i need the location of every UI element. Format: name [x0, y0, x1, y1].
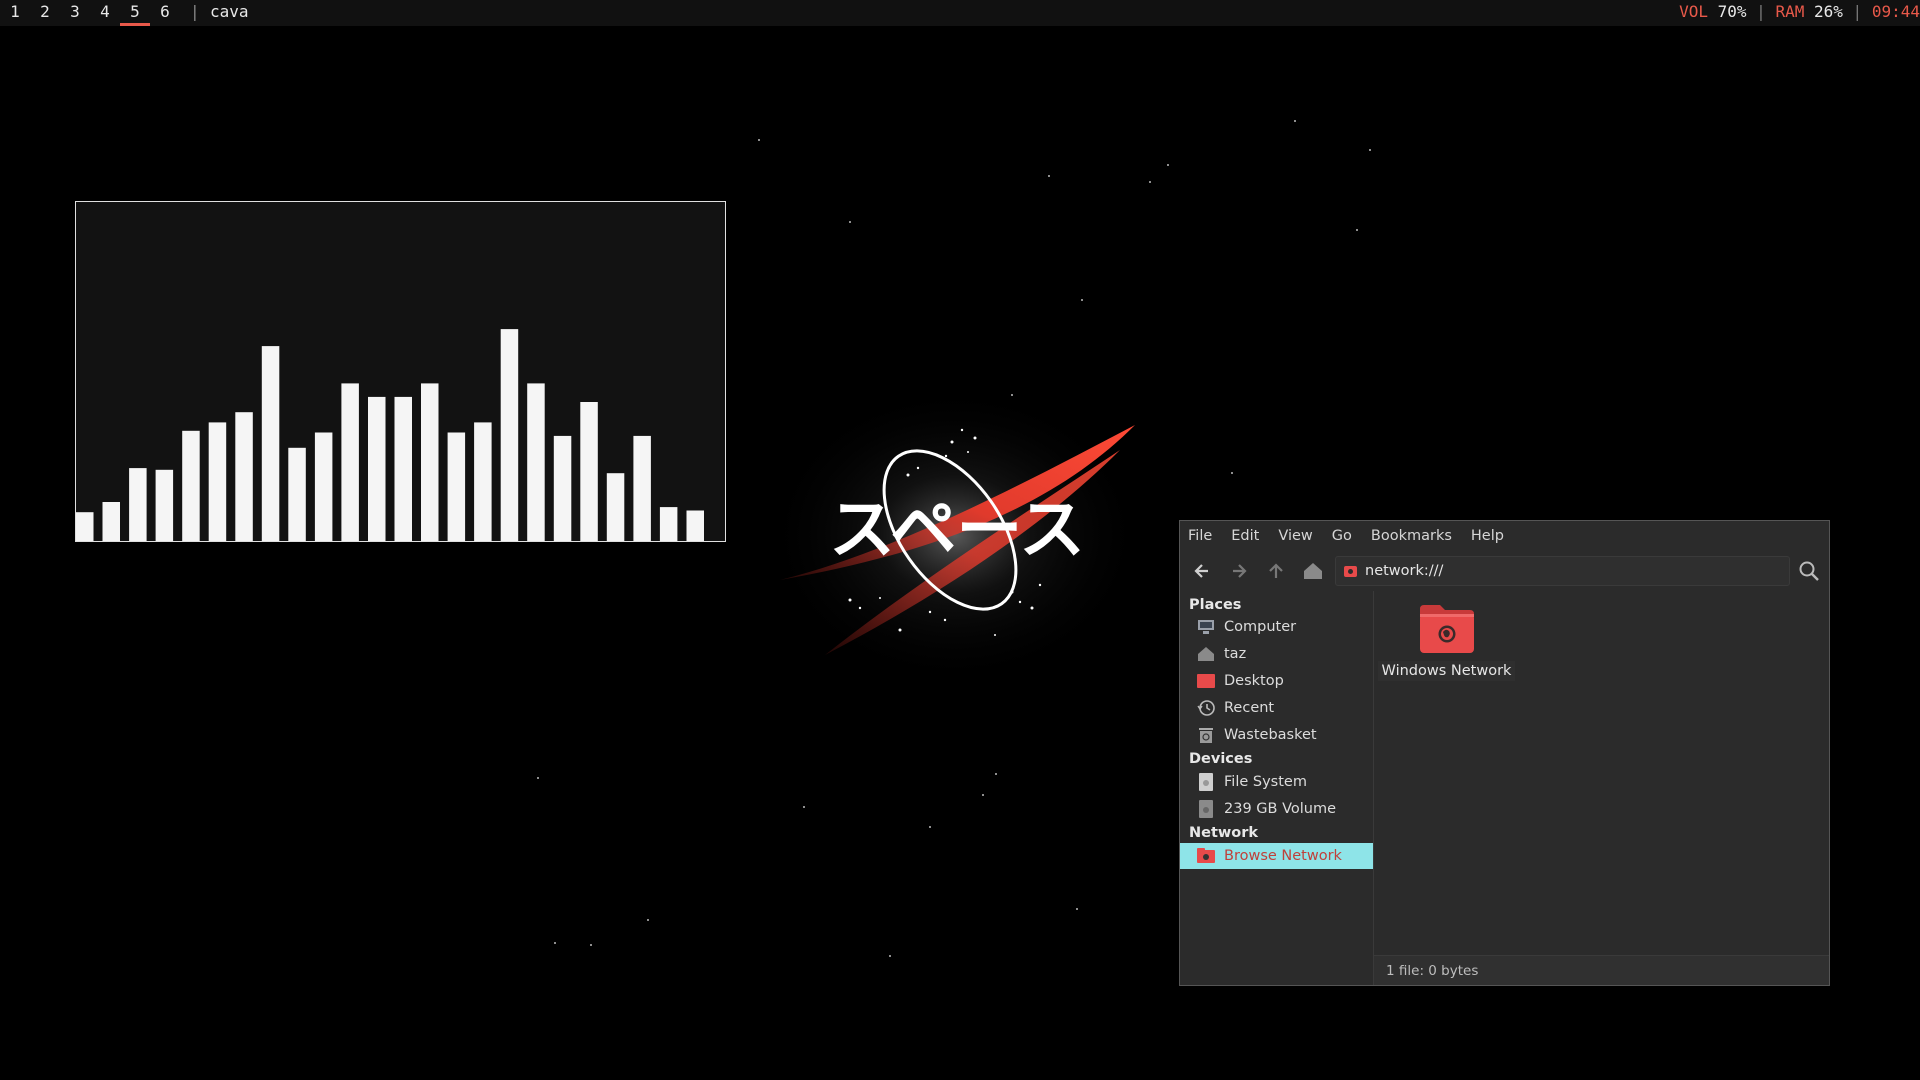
search-button[interactable] — [1794, 556, 1824, 586]
places-heading: Places — [1189, 597, 1242, 613]
cava-bar — [155, 469, 174, 541]
sidebar-item-file-system[interactable]: File System — [1180, 769, 1373, 795]
cava-bar — [553, 435, 572, 541]
cava-bar — [659, 507, 678, 541]
computer-icon — [1197, 618, 1215, 636]
arrow-left-icon — [1194, 564, 1208, 578]
sidebar-item-label: Browse Network — [1224, 848, 1342, 864]
trash-icon — [1197, 726, 1215, 744]
cava-bar — [580, 402, 598, 541]
cava-bar — [447, 432, 466, 541]
cava-bar — [182, 430, 200, 541]
sidebar-item-label: taz — [1224, 646, 1247, 662]
sidebar-item-label: File System — [1224, 774, 1307, 790]
menu-help[interactable]: Help — [1471, 528, 1504, 544]
cava-bar — [129, 468, 147, 541]
recent-icon — [1197, 699, 1215, 717]
sidebar-item-label: Desktop — [1224, 673, 1284, 689]
sidebar-item-239gb-volume[interactable]: 239 GB Volume — [1180, 796, 1373, 822]
network-folder-icon — [1344, 565, 1357, 577]
cava-bar — [341, 383, 359, 541]
cava-bar — [421, 383, 439, 541]
sidebar-item-taz[interactable]: taz — [1180, 641, 1373, 667]
sidebar-item-label: 239 GB Volume — [1224, 801, 1337, 817]
cava-bar — [288, 447, 306, 541]
home-icon — [1197, 645, 1215, 663]
arrow-right-icon — [1233, 564, 1247, 578]
cava-visualizer-window[interactable] — [75, 201, 726, 542]
location-path: network:/// — [1365, 563, 1444, 579]
status-bar: 1 file: 0 bytes — [1373, 955, 1829, 985]
menu-edit[interactable]: Edit — [1231, 528, 1259, 544]
cava-bar — [102, 502, 120, 541]
cava-bar — [208, 422, 227, 541]
cava-bar — [368, 396, 386, 541]
network-folder-icon — [1197, 847, 1215, 865]
network-folder-icon — [1420, 605, 1474, 653]
sidebar-item-desktop[interactable]: Desktop — [1180, 668, 1373, 694]
cava-bar — [606, 473, 625, 541]
file-view[interactable]: Windows Network — [1373, 591, 1829, 955]
cava-bar — [474, 422, 492, 541]
cava-bar — [394, 396, 412, 541]
cava-bar — [235, 412, 253, 541]
sidebar-item-label: Computer — [1224, 619, 1297, 635]
cava-spectrum — [76, 329, 704, 541]
menu-go[interactable]: Go — [1332, 528, 1352, 544]
file-manager-window[interactable]: File Edit View Go Bookmarks Help network… — [1179, 520, 1830, 986]
forward-button[interactable] — [1224, 556, 1254, 586]
menu-bookmarks[interactable]: Bookmarks — [1371, 528, 1452, 544]
file-item-windows-network[interactable]: Windows Network — [1378, 603, 1515, 683]
search-icon — [1799, 561, 1819, 581]
sidebar-item-recent[interactable]: Recent — [1180, 695, 1373, 721]
devices-heading: Devices — [1189, 751, 1253, 767]
cava-bar — [76, 512, 94, 541]
sidebar: Places Computer taz Desktop Recent Waste… — [1180, 591, 1373, 985]
up-button[interactable] — [1261, 556, 1291, 586]
cava-bar — [261, 346, 280, 541]
cava-bar — [500, 329, 519, 541]
desktop-icon — [1197, 672, 1215, 690]
drive-icon — [1197, 773, 1215, 791]
network-heading: Network — [1189, 825, 1259, 841]
home-button[interactable] — [1298, 556, 1328, 586]
sidebar-item-label: Recent — [1224, 700, 1275, 716]
back-button[interactable] — [1187, 556, 1217, 586]
toolbar: network:/// — [1180, 551, 1829, 591]
menu-file[interactable]: File — [1188, 528, 1212, 544]
cava-bar — [314, 432, 333, 541]
file-item-label: Windows Network — [1378, 661, 1515, 681]
sidebar-item-computer[interactable]: Computer — [1180, 614, 1373, 640]
arrow-up-icon — [1269, 563, 1283, 578]
menu-view[interactable]: View — [1278, 528, 1312, 544]
menu-bar: File Edit View Go Bookmarks Help — [1180, 521, 1829, 551]
location-bar[interactable]: network:/// — [1335, 556, 1790, 586]
cava-bar — [686, 510, 704, 541]
sidebar-item-wastebasket[interactable]: Wastebasket — [1180, 722, 1373, 748]
cava-bar — [633, 435, 651, 541]
drive-icon — [1197, 800, 1215, 818]
sidebar-item-label: Wastebasket — [1224, 727, 1317, 743]
status-text: 1 file: 0 bytes — [1386, 962, 1479, 979]
home-icon — [1304, 563, 1322, 579]
sidebar-item-browse-network[interactable]: Browse Network — [1180, 843, 1373, 869]
cava-bar — [527, 383, 545, 541]
